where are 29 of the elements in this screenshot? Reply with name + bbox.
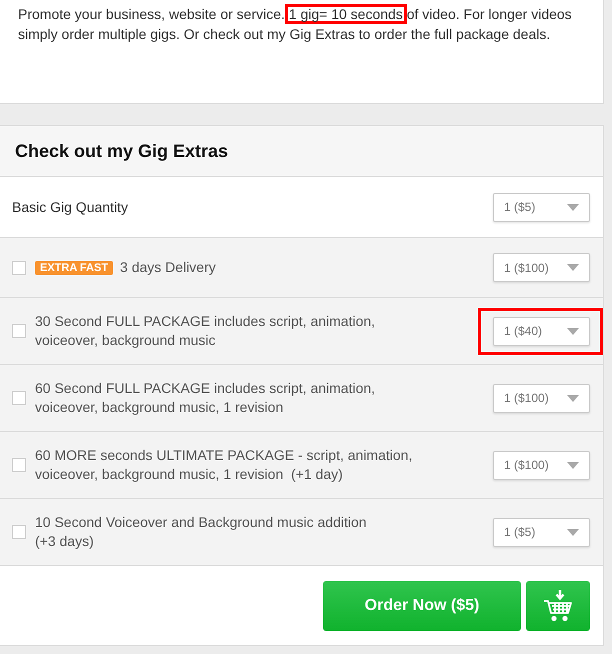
quantity-select[interactable]: 1 ($100) [493,253,590,282]
checkbox[interactable] [12,458,26,472]
caret-icon [567,394,579,402]
caret-icon [567,328,579,334]
caret-icon [567,462,579,468]
extra-label: 10 Second Voiceover and Background music addition (+3 days) [35,513,367,551]
extra-label: 60 Second FULL PACKAGE includes script, animation, voiceover, background music, 1 revision [35,379,376,417]
quantity-label: Basic Gig Quantity [12,199,128,215]
extra-label: 30 Second FULL PACKAGE includes script, animation, voiceover, background music [35,312,376,350]
checkbox[interactable] [12,324,26,338]
caret-icon [567,528,579,536]
quantity-select[interactable]: 1 ($40) [493,316,590,346]
checkbox[interactable] [12,260,26,274]
extra-label: 60 MORE seconds ULTIMATE PACKAGE - script, animation, voiceover, background music, 1 revision (+1 day) [35,446,414,484]
extra-label: 3 days Delivery [120,258,216,277]
quantity-select[interactable]: 1 ($100) [493,450,590,480]
caret-icon [567,204,579,210]
cart-icon [544,590,572,622]
checkbox[interactable] [12,525,26,539]
extra-fast-badge: EXTRA FAST [35,260,114,274]
caret-icon [567,264,579,271]
intro-text: Promote your business, website or service. 1 gig= 10 seconds of video. For longer videos simply order multiple gigs. Or check out my Gig Extras to order the full package deals. [18,4,573,44]
checkbox[interactable] [12,391,26,405]
quantity-select[interactable]: 1 ($5) [493,192,590,222]
quantity-select[interactable]: 1 ($100) [493,384,590,412]
panel-title: Check out my Gig Extras [15,140,228,162]
quantity-select[interactable]: 1 ($5) [493,518,590,546]
order-now-button[interactable]: Order Now ($5) [323,581,521,631]
add-to-cart-button[interactable] [526,581,590,631]
